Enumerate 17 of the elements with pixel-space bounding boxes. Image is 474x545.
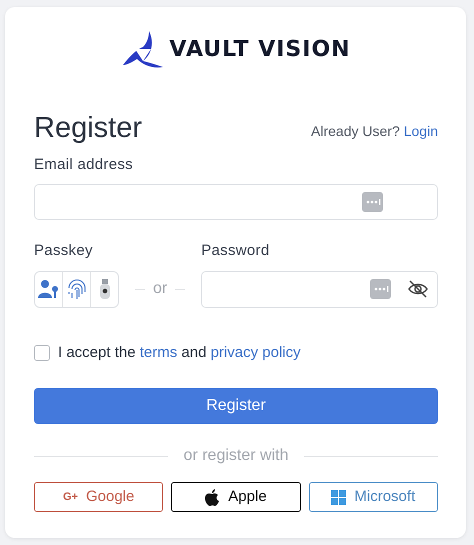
field-label: Password <box>201 241 270 262</box>
or-separator: or <box>153 279 168 300</box>
login-link[interactable]: Login <box>404 120 438 142</box>
google-button[interactable]: G+ Google <box>34 482 164 512</box>
microsoft-button[interactable]: Microsoft <box>308 482 438 512</box>
google-plus-icon: G+ <box>62 489 78 506</box>
policy-link[interactable]: privacy policy <box>210 344 301 361</box>
field-label: Email address <box>34 154 134 175</box>
logo-text: VAULT VISION <box>169 36 351 64</box>
consent-text: I accept the terms and privacy policy <box>58 342 301 363</box>
apple-button[interactable]: Apple <box>171 482 301 512</box>
register-button[interactable]: Register <box>34 388 438 424</box>
page-title: Register <box>34 111 142 146</box>
policy-link[interactable]: terms <box>140 344 178 361</box>
divider-text: or register with <box>184 446 288 466</box>
login-prompt: Already User? <box>311 122 400 141</box>
field-label: Passkey <box>34 241 94 262</box>
